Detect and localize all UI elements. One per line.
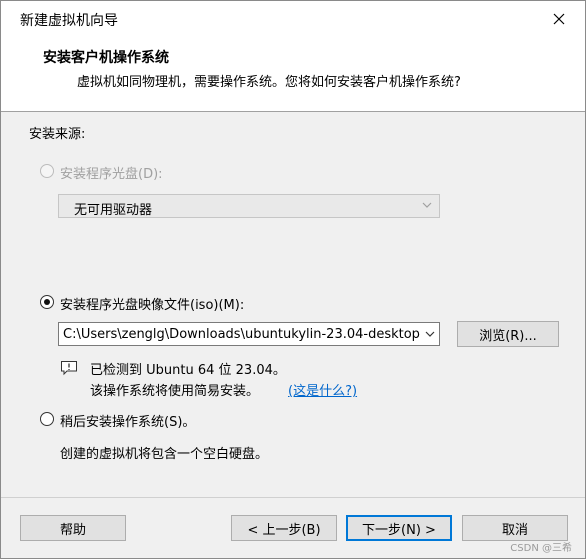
blank-disk-text: 创建的虚拟机将包含一个空白硬盘。 <box>60 447 269 462</box>
iso-path-input[interactable]: C:\Users\zenglg\Downloads\ubuntukylin-23… <box>58 322 440 346</box>
iso-radio[interactable] <box>40 295 54 309</box>
iso-path-value: C:\Users\zenglg\Downloads\ubuntukylin-23… <box>63 327 420 342</box>
disc-drive-value: 无可用驱动器 <box>74 203 153 218</box>
wizard-footer: 帮助 < 上一步(B) 下一步(N) > 取消 <box>1 497 585 558</box>
cancel-button[interactable]: 取消 <box>462 515 568 541</box>
disc-radio-label: 安装程序光盘(D): <box>60 167 163 182</box>
wizard-body: 安装来源: 安装程序光盘(D): 无可用驱动器 安装程序光盘映像文件(iso)(… <box>12 112 574 497</box>
page-subtitle: 虚拟机如同物理机，需要操作系统。您将如何安装客户机操作系统? <box>77 75 461 90</box>
watermark: CSDN @三希 <box>510 543 572 554</box>
detected-os-text: 已检测到 Ubuntu 64 位 23.04。 <box>90 363 286 378</box>
install-later-radio[interactable] <box>40 412 54 426</box>
disc-radio[interactable] <box>40 164 54 178</box>
info-icon <box>60 360 78 380</box>
chevron-down-icon[interactable] <box>421 323 439 345</box>
window-title: 新建虚拟机向导 <box>20 13 118 29</box>
new-vm-wizard-window: 新建虚拟机向导 安装客户机操作系统 虚拟机如同物理机，需要操作系统。您将如何安装… <box>0 0 586 559</box>
close-icon <box>553 13 565 25</box>
next-button[interactable]: 下一步(N) > <box>346 515 452 541</box>
browse-button[interactable]: 浏览(R)... <box>457 321 559 347</box>
wizard-header: 安装客户机操作系统 虚拟机如同物理机，需要操作系统。您将如何安装客户机操作系统? <box>1 37 585 112</box>
close-button[interactable] <box>539 4 579 34</box>
install-later-label: 稍后安装操作系统(S)。 <box>60 415 196 430</box>
chevron-down-icon <box>421 199 433 215</box>
iso-radio-label: 安装程序光盘映像文件(iso)(M): <box>60 298 245 313</box>
disc-drive-select[interactable]: 无可用驱动器 <box>58 194 440 218</box>
help-button[interactable]: 帮助 <box>20 515 126 541</box>
page-title: 安装客户机操作系统 <box>43 50 169 66</box>
what-is-this-link[interactable]: (这是什么?) <box>288 380 357 399</box>
easy-install-text: 该操作系统将使用简易安装。 <box>90 384 260 399</box>
install-source-label: 安装来源: <box>29 127 86 142</box>
back-button[interactable]: < 上一步(B) <box>231 515 337 541</box>
title-bar: 新建虚拟机向导 <box>1 1 585 37</box>
